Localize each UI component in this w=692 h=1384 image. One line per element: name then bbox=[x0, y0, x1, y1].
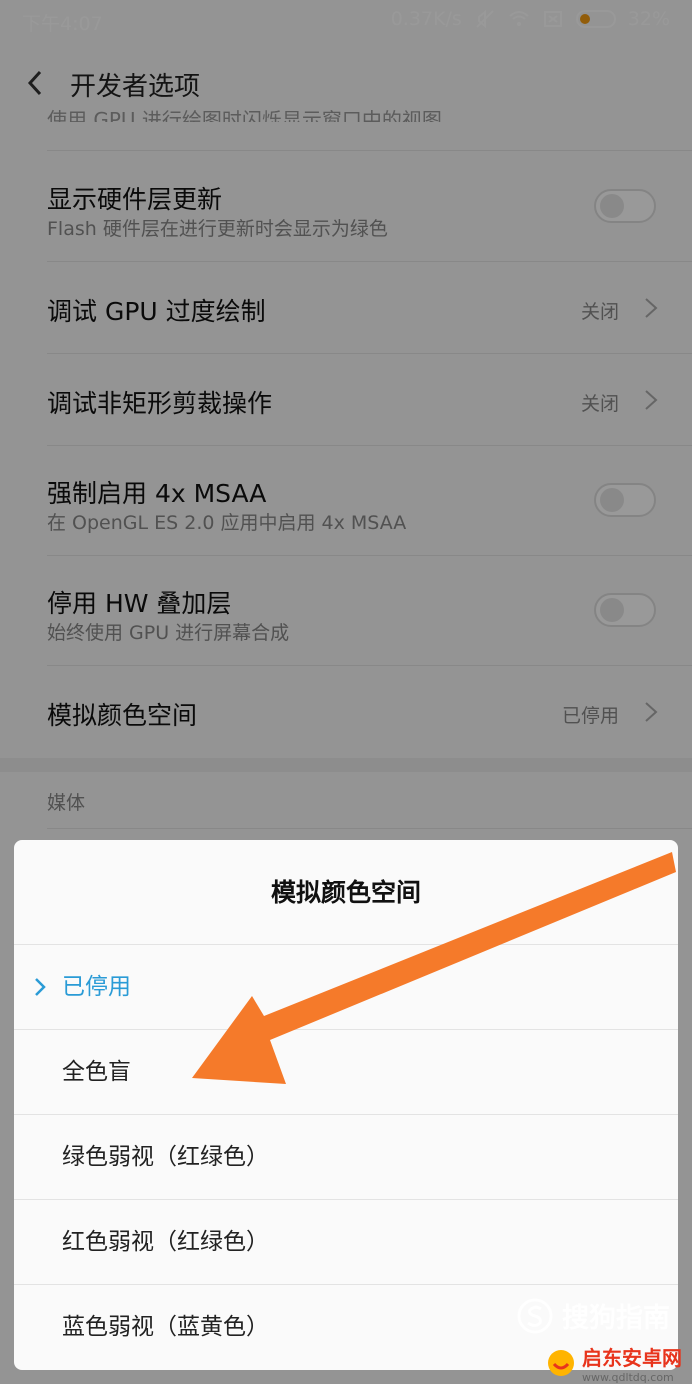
color-space-dialog: 模拟颜色空间 已停用 全色盲 绿色弱视（红绿色） 红色弱视（红绿色） 蓝色弱视（… bbox=[14, 840, 678, 1370]
option-deuteranomaly[interactable]: 绿色弱视（红绿色） bbox=[14, 1114, 678, 1199]
watermark: 搜狗指南 bbox=[516, 1296, 670, 1335]
option-label: 红色弱视（红绿色） bbox=[62, 1229, 269, 1255]
option-label: 绿色弱视（红绿色） bbox=[62, 1144, 269, 1170]
site-watermark: 启东安卓网 www.qdltdq.com bbox=[546, 1342, 682, 1384]
watermark-text: 搜狗指南 bbox=[562, 1303, 670, 1334]
option-disabled[interactable]: 已停用 bbox=[14, 944, 678, 1029]
option-label: 蓝色弱视（蓝黄色） bbox=[62, 1314, 269, 1340]
site-url: www.qdltdq.com bbox=[582, 1371, 674, 1384]
option-label: 全色盲 bbox=[62, 1059, 131, 1085]
sogou-logo-icon bbox=[517, 1298, 553, 1333]
site-logo-icon bbox=[548, 1350, 574, 1376]
chevron-right-icon bbox=[35, 978, 46, 996]
option-label: 已停用 bbox=[62, 974, 131, 1000]
option-protanomaly[interactable]: 红色弱视（红绿色） bbox=[14, 1199, 678, 1284]
option-monochromacy[interactable]: 全色盲 bbox=[14, 1029, 678, 1114]
dialog-title: 模拟颜色空间 bbox=[270, 878, 421, 907]
site-brand: 启东安卓网 bbox=[582, 1346, 682, 1370]
